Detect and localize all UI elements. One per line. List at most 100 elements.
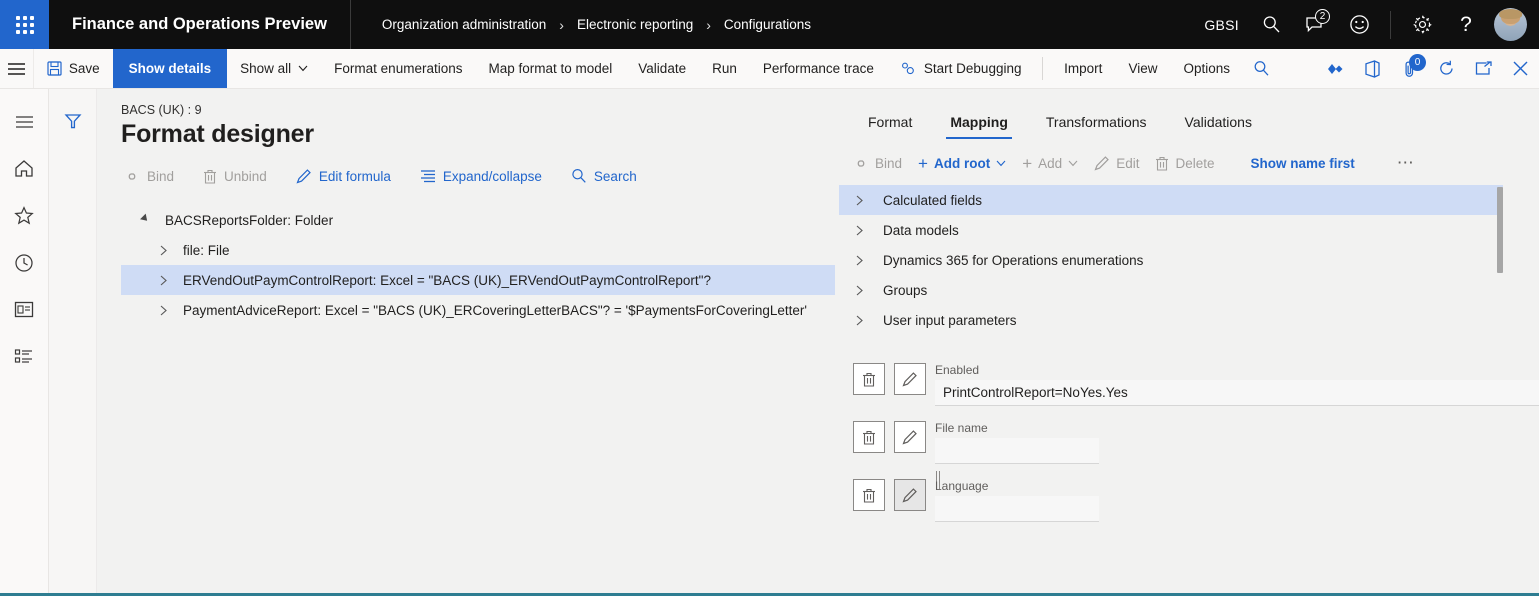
home-icon[interactable]: [4, 148, 45, 189]
edit-property-button[interactable]: [894, 421, 926, 453]
tree-row[interactable]: PaymentAdviceReport: Excel = "BACS (UK)_…: [121, 295, 839, 325]
scrollbar-thumb[interactable]: [1497, 187, 1503, 273]
company-label[interactable]: GBSI: [1194, 17, 1249, 33]
close-icon[interactable]: [1502, 49, 1539, 89]
mapping-tree: Calculated fields Data models Dynamics 3…: [839, 185, 1539, 335]
user-avatar[interactable]: [1494, 8, 1527, 41]
chevron-right-icon[interactable]: [855, 225, 883, 236]
add-root-button[interactable]: + Add root: [918, 155, 1006, 172]
search-icon[interactable]: [1243, 49, 1280, 89]
chevron-right-icon[interactable]: [855, 285, 883, 296]
workspaces-icon[interactable]: [4, 289, 45, 330]
tree-row[interactable]: Calculated fields: [839, 185, 1503, 215]
smiley-icon[interactable]: [1337, 0, 1381, 49]
tree-row[interactable]: BACSReportsFolder: Folder: [121, 205, 839, 235]
office-doc-icon[interactable]: [1354, 49, 1391, 89]
trash-icon: [1155, 156, 1169, 171]
bind-button[interactable]: Bind: [853, 156, 902, 171]
tab-validations[interactable]: Validations: [1166, 114, 1271, 139]
unbind-button[interactable]: Unbind: [200, 164, 279, 189]
run-button[interactable]: Run: [699, 49, 750, 88]
hamburger-menu-icon[interactable]: [0, 49, 34, 88]
mapping-tree-scrollbar[interactable]: [1497, 187, 1503, 347]
save-button[interactable]: Save: [34, 49, 113, 88]
main-content: BACS (UK) : 9 Format designer Bind Unbin…: [97, 89, 1539, 593]
file-name-input[interactable]: [935, 438, 1099, 464]
edit-property-button[interactable]: [894, 363, 926, 395]
show-all-label: Show all: [240, 61, 291, 76]
breadcrumb-item-1[interactable]: Electronic reporting: [577, 17, 693, 32]
refresh-icon[interactable]: [1428, 49, 1465, 89]
edit-button[interactable]: Edit: [1094, 155, 1139, 171]
modules-list-icon[interactable]: [4, 336, 45, 377]
breadcrumb-separator-icon: ›: [706, 17, 711, 33]
map-format-to-model-button[interactable]: Map format to model: [475, 49, 625, 88]
breadcrumb-item-0[interactable]: Organization administration: [382, 17, 546, 32]
favorites-star-icon[interactable]: [4, 195, 45, 236]
chevron-right-icon[interactable]: [151, 245, 175, 256]
filter-funnel-icon[interactable]: [52, 100, 93, 141]
start-debugging-button[interactable]: Start Debugging: [887, 49, 1035, 88]
tab-format[interactable]: Format: [849, 114, 931, 139]
view-button[interactable]: View: [1115, 49, 1170, 88]
format-enumerations-button[interactable]: Format enumerations: [321, 49, 475, 88]
popout-icon[interactable]: [1465, 49, 1502, 89]
chevron-right-icon[interactable]: [151, 305, 175, 316]
delete-property-button[interactable]: [853, 363, 885, 395]
bind-button[interactable]: Bind: [121, 164, 186, 189]
property-row: Language: [853, 479, 1539, 522]
search-icon: [571, 168, 587, 184]
chevron-right-icon[interactable]: [855, 255, 883, 266]
performance-trace-button[interactable]: Performance trace: [750, 49, 887, 88]
chevron-right-icon[interactable]: [855, 195, 883, 206]
performance-trace-label: Performance trace: [763, 61, 874, 76]
property-label: Enabled: [935, 363, 1539, 377]
expand-collapse-button[interactable]: Expand/collapse: [417, 164, 554, 189]
show-all-dropdown[interactable]: Show all: [227, 49, 321, 88]
app-launcher-icon[interactable]: [0, 0, 49, 49]
import-button[interactable]: Import: [1051, 49, 1115, 88]
language-input[interactable]: [935, 496, 1099, 522]
delete-property-button[interactable]: [853, 421, 885, 453]
search-icon[interactable]: [1249, 0, 1293, 49]
enabled-input[interactable]: PrintControlReport=NoYes.Yes: [935, 380, 1539, 406]
hamburger-menu-icon[interactable]: [4, 101, 45, 142]
tree-row[interactable]: Groups: [839, 275, 1539, 305]
tree-row[interactable]: User input parameters: [839, 305, 1539, 335]
tree-row[interactable]: Data models: [839, 215, 1539, 245]
breadcrumb-item-2[interactable]: Configurations: [724, 17, 811, 32]
diamonds-icon[interactable]: [1317, 49, 1354, 89]
show-name-first-button[interactable]: Show name first: [1250, 156, 1354, 171]
chevron-right-icon[interactable]: [855, 315, 883, 326]
edit-property-button[interactable]: [894, 479, 926, 511]
validate-button[interactable]: Validate: [625, 49, 699, 88]
chevron-down-icon[interactable]: [1068, 160, 1078, 167]
start-debugging-label: Start Debugging: [924, 61, 1022, 76]
attachment-badge: 0: [1409, 54, 1426, 71]
tree-row[interactable]: Dynamics 365 for Operations enumerations: [839, 245, 1539, 275]
edit-formula-button[interactable]: Edit formula: [293, 163, 403, 189]
options-label: Options: [1183, 61, 1230, 76]
link-icon: [124, 170, 140, 183]
delete-property-button[interactable]: [853, 479, 885, 511]
record-subtitle: BACS (UK) : 9: [121, 103, 839, 117]
search-button[interactable]: Search: [568, 163, 649, 189]
overflow-icon[interactable]: ⋯: [1397, 153, 1414, 173]
chevron-down-icon[interactable]: [996, 160, 1006, 167]
property-row: File name: [853, 421, 1539, 464]
show-details-button[interactable]: Show details: [113, 49, 228, 88]
notifications-icon[interactable]: 2: [1293, 0, 1337, 49]
delete-button[interactable]: Delete: [1155, 156, 1214, 171]
tab-mapping[interactable]: Mapping: [931, 114, 1027, 139]
options-button[interactable]: Options: [1170, 49, 1243, 88]
add-button[interactable]: + Add: [1022, 155, 1078, 172]
attachment-icon[interactable]: 0: [1391, 49, 1428, 89]
tree-row[interactable]: ERVendOutPaymControlReport: Excel = "BAC…: [121, 265, 835, 295]
chevron-right-icon[interactable]: [151, 275, 175, 286]
chevron-down-icon[interactable]: [133, 217, 157, 223]
question-mark-icon[interactable]: ?: [1444, 0, 1488, 49]
tab-transformations[interactable]: Transformations: [1027, 114, 1166, 139]
gear-icon[interactable]: [1400, 0, 1444, 49]
tree-row[interactable]: file: File: [121, 235, 839, 265]
recent-clock-icon[interactable]: [4, 242, 45, 283]
